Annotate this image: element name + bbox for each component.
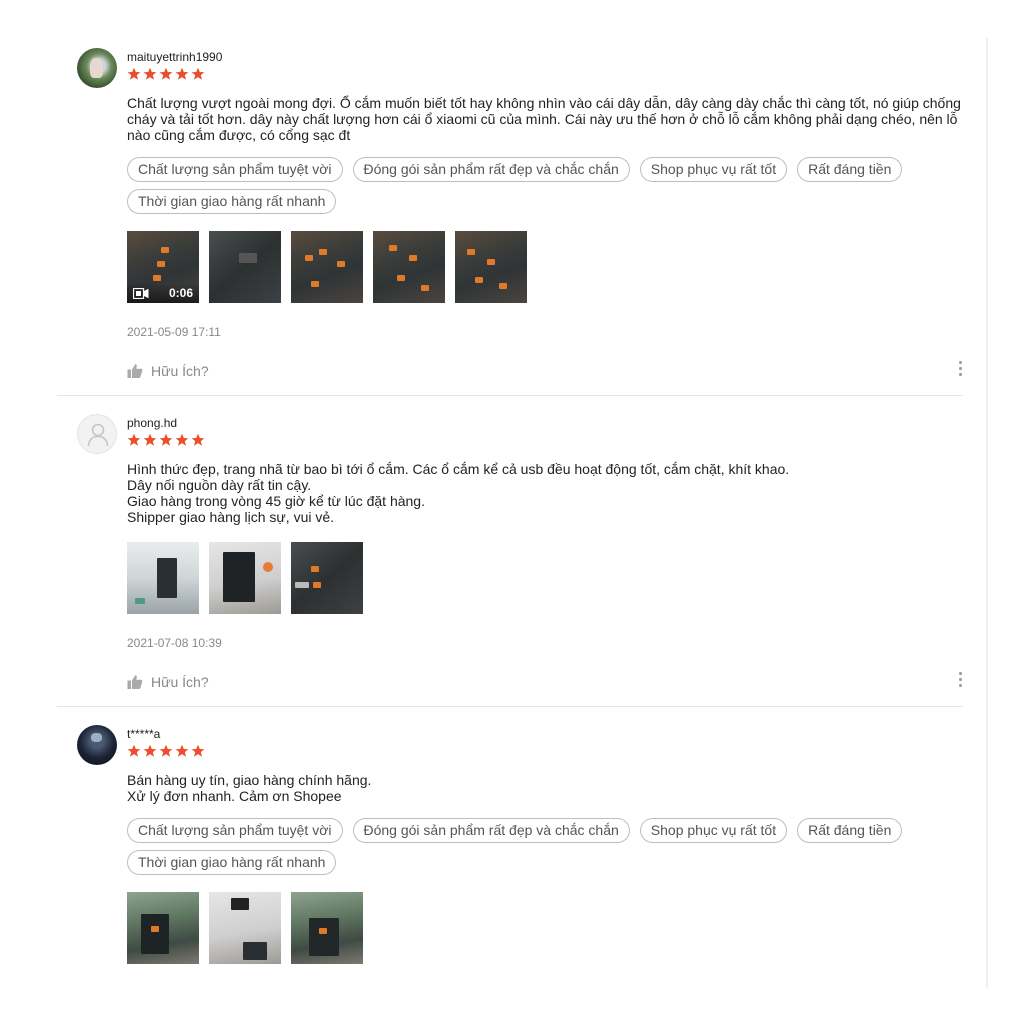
star-icon (191, 433, 205, 446)
review-tags: Chất lượng sản phẩm tuyệt vời Đóng gói s… (127, 818, 907, 875)
review-content: Bán hàng uy tín, giao hàng chính hãng. X… (127, 772, 372, 804)
helpful-label[interactable]: Hữu Ích? (151, 363, 209, 379)
avatar[interactable] (77, 414, 117, 454)
star-icon (159, 67, 173, 80)
review-actions: Hữu Ích? (127, 670, 963, 694)
review-tag: Shop phục vụ rất tốt (639, 818, 788, 843)
review-tag: Thời gian giao hàng rất nhanh (127, 189, 337, 214)
review-image-thumbnail[interactable] (127, 892, 199, 964)
star-icon (159, 744, 173, 757)
review-item: maituyettrinh1990 Chất lượng vượt ngoài … (57, 30, 963, 396)
review-image-thumbnail[interactable] (455, 231, 527, 303)
review-tag: Chất lượng sản phẩm tuyệt vời (127, 818, 343, 843)
review-actions: Hữu Ích? (127, 359, 963, 383)
review-tag: Rất đáng tiền (797, 157, 903, 182)
star-icon (143, 67, 157, 80)
avatar[interactable] (77, 725, 117, 765)
review-timestamp: 2021-05-09 17:11 (127, 325, 221, 339)
review-tag: Chất lượng sản phẩm tuyệt vời (127, 157, 343, 182)
more-options-icon[interactable] (959, 361, 963, 379)
review-image-thumbnail[interactable] (209, 231, 281, 303)
review-image-thumbnail[interactable] (127, 542, 199, 614)
star-icon (175, 67, 189, 80)
review-tag: Rất đáng tiền (797, 818, 903, 843)
star-icon (127, 433, 141, 446)
review-username[interactable]: maituyettrinh1990 (127, 30, 963, 64)
star-icon (191, 67, 205, 80)
avatar[interactable] (77, 48, 117, 88)
review-tags: Chất lượng sản phẩm tuyệt vời Đóng gói s… (127, 157, 907, 214)
star-icon (143, 433, 157, 446)
review-tag: Đóng gói sản phẩm rất đẹp và chắc chắn (352, 157, 630, 182)
review-image-thumbnail[interactable] (291, 542, 363, 614)
review-username[interactable]: phong.hd (127, 396, 963, 430)
star-icon (175, 744, 189, 757)
review-username[interactable]: t*****a (127, 707, 963, 741)
video-camera-icon (133, 287, 149, 299)
star-icon (127, 67, 141, 80)
review-media (127, 542, 963, 614)
star-icon (143, 744, 157, 757)
star-icon (127, 744, 141, 757)
review-item: t*****a Bán hàng uy tín, giao hàng chính… (57, 707, 963, 976)
video-duration: 0:06 (168, 286, 193, 300)
review-image-thumbnail[interactable] (291, 892, 363, 964)
review-media: 0:06 (127, 231, 963, 303)
more-options-icon[interactable] (959, 672, 963, 690)
star-icon (191, 744, 205, 757)
star-icon (175, 433, 189, 446)
video-overlay: 0:06 (127, 283, 199, 303)
default-user-icon (87, 423, 109, 447)
star-icon (159, 433, 173, 446)
thumbs-up-icon[interactable] (127, 674, 143, 690)
scroll-divider (986, 38, 988, 988)
review-list: maituyettrinh1990 Chất lượng vượt ngoài … (57, 30, 963, 976)
review-image-thumbnail[interactable] (209, 892, 281, 964)
review-image-thumbnail[interactable] (373, 231, 445, 303)
review-content: Chất lượng vượt ngoài mong đợi. Ổ cắm mu… (127, 95, 961, 143)
rating-stars (127, 63, 963, 85)
review-tag: Đóng gói sản phẩm rất đẹp và chắc chắn (352, 818, 630, 843)
review-timestamp: 2021-07-08 10:39 (127, 636, 222, 650)
review-image-thumbnail[interactable] (291, 231, 363, 303)
rating-stars (127, 429, 963, 451)
helpful-label[interactable]: Hữu Ích? (151, 674, 209, 690)
review-image-thumbnail[interactable] (209, 542, 281, 614)
review-tag: Thời gian giao hàng rất nhanh (127, 850, 337, 875)
review-content: Hình thức đẹp, trang nhã từ bao bì tới ổ… (127, 461, 790, 525)
rating-stars (127, 740, 963, 762)
review-media (127, 892, 963, 964)
thumbs-up-icon[interactable] (127, 363, 143, 379)
review-item: phong.hd Hình thức đẹp, trang nhã từ bao… (57, 396, 963, 707)
review-tag: Shop phục vụ rất tốt (639, 157, 788, 182)
review-video-thumbnail[interactable]: 0:06 (127, 231, 199, 303)
